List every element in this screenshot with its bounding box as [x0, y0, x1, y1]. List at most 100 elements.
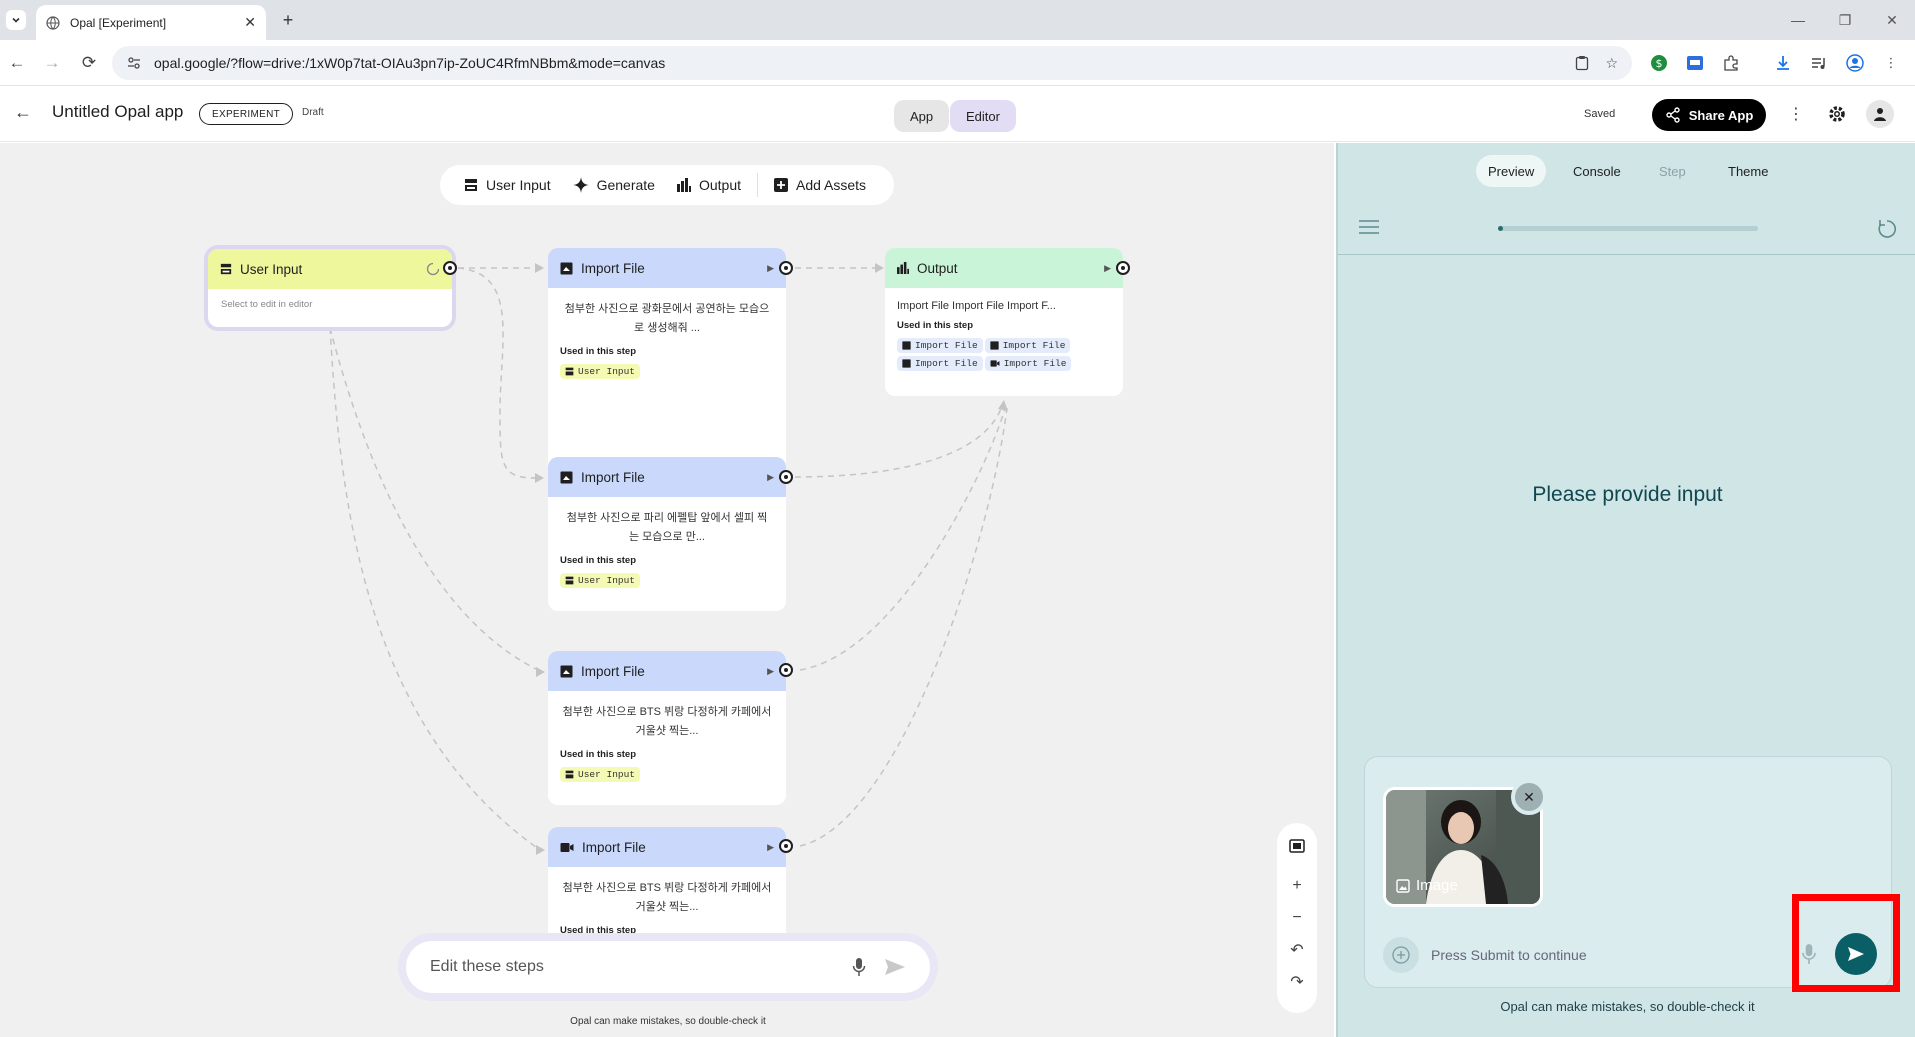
add-assets-button[interactable]: Add Assets — [768, 177, 872, 193]
mic-icon[interactable] — [852, 957, 866, 977]
play-icon[interactable]: ▶ — [767, 263, 774, 274]
play-icon[interactable]: ▶ — [767, 842, 774, 853]
address-bar[interactable]: opal.google/?flow=drive:/1xW0p7tat-OIAu3… — [112, 46, 1632, 80]
highlight-box — [1792, 894, 1900, 992]
output-port[interactable] — [779, 470, 793, 484]
output-port[interactable] — [779, 261, 793, 275]
node-title: Output — [917, 260, 958, 276]
back-arrow-icon[interactable]: ← — [14, 102, 32, 123]
output-label: Output — [698, 177, 741, 193]
node-header[interactable]: Import File ▶ — [548, 827, 786, 867]
output-chart-icon — [676, 178, 691, 192]
download-icon[interactable] — [1772, 52, 1794, 74]
tab-search-chevron-icon[interactable] — [6, 10, 26, 30]
output-port[interactable] — [443, 261, 457, 275]
browser-navbar: ← → ⟳ opal.google/?flow=drive:/1xW0p7tat… — [0, 40, 1915, 86]
import-file-chip: Import File — [897, 356, 983, 371]
more-vert-icon[interactable]: ⋮ — [1784, 102, 1808, 126]
chip-label: Import File — [915, 358, 978, 369]
play-icon[interactable]: ▶ — [767, 666, 774, 677]
zoom-controls: + − ↶ ↷ — [1277, 823, 1317, 1013]
redo-icon[interactable]: ↷ — [1286, 971, 1308, 993]
reload-icon[interactable]: ⟳ — [78, 52, 100, 74]
add-user-input-button[interactable]: User Input — [458, 177, 557, 193]
node-header[interactable]: Import File ▶ — [548, 248, 786, 288]
node-description: 첨부한 사진으로 광화문에서 공연하는 모습으로 생성해줘 ... — [564, 303, 770, 334]
forward-arrow-icon[interactable]: → — [41, 52, 63, 74]
user-input-label: User Input — [486, 177, 551, 193]
gear-icon[interactable] — [1825, 102, 1849, 126]
send-icon[interactable] — [884, 958, 906, 976]
experiment-badge: EXPERIMENT — [199, 103, 294, 125]
close-tab-icon[interactable]: ✕ — [244, 14, 256, 31]
node-body: Import File Import File Import F... Used… — [885, 288, 1123, 383]
dollar-extension-icon[interactable]: $ — [1648, 52, 1670, 74]
clipboard-icon[interactable] — [1575, 55, 1589, 71]
flow-canvas[interactable]: User Input Generate Output Add Assets Us… — [0, 143, 1334, 1037]
new-tab-button[interactable]: + — [278, 10, 298, 30]
node-header[interactable]: Import File ▶ — [548, 651, 786, 691]
play-icon[interactable]: ▶ — [1104, 263, 1111, 274]
add-assets-label: Add Assets — [796, 177, 867, 193]
disclaimer-text: Opal can make mistakes, so double-check … — [1500, 999, 1755, 1014]
remove-attachment-button[interactable]: ✕ — [1511, 779, 1547, 815]
zoom-in-icon[interactable]: + — [1286, 875, 1308, 897]
zoom-out-icon[interactable]: − — [1286, 907, 1308, 929]
app-title[interactable]: Untitled Opal app — [52, 102, 183, 122]
node-title: User Input — [240, 261, 303, 277]
share-app-button[interactable]: Share App — [1652, 99, 1766, 131]
restore-icon[interactable]: ❐ — [1835, 10, 1855, 30]
minimize-icon[interactable]: — — [1788, 10, 1808, 30]
play-icon[interactable]: ▶ — [767, 472, 774, 483]
add-attachment-button[interactable] — [1383, 937, 1419, 973]
add-output-button[interactable]: Output — [671, 177, 747, 193]
tab-console[interactable]: Console — [1561, 155, 1633, 187]
browser-menu-icon[interactable]: ⋮ — [1880, 52, 1902, 74]
profile-icon[interactable] — [1844, 52, 1866, 74]
import-file-node-4[interactable]: Import File ▶ 첨부한 사진으로 BTS 뷔랑 다정하게 카페에서 … — [548, 827, 786, 935]
browser-tab[interactable]: Opal [Experiment] ✕ — [36, 5, 266, 40]
mode-app-button[interactable]: App — [894, 100, 950, 132]
used-in-step-label: Used in this step — [560, 346, 637, 357]
bookmark-star-icon[interactable]: ☆ — [1605, 55, 1618, 72]
import-video-chip: Import File — [984, 356, 1072, 371]
node-header[interactable]: Import File ▶ — [548, 457, 786, 497]
media-controls-icon[interactable] — [1808, 52, 1830, 74]
import-file-node-3[interactable]: Import File ▶ 첨부한 사진으로 BTS 뷔랑 다정하게 카페에서 … — [548, 651, 786, 805]
fit-to-screen-icon[interactable] — [1286, 835, 1308, 857]
import-video-icon — [560, 841, 574, 854]
menu-icon[interactable] — [1358, 219, 1380, 235]
mode-editor-button[interactable]: Editor — [950, 100, 1016, 132]
site-settings-icon[interactable] — [126, 55, 142, 71]
translate-extension-icon[interactable] — [1684, 52, 1706, 74]
tab-step[interactable]: Step — [1647, 155, 1698, 187]
user-input-node[interactable]: User Input Select to edit in editor — [208, 249, 452, 327]
used-in-step-label: Used in this step — [560, 555, 637, 566]
undo-icon[interactable]: ↶ — [1286, 939, 1308, 961]
tab-preview[interactable]: Preview — [1476, 155, 1547, 187]
output-node[interactable]: Output ▶ Import File Import File Import … — [885, 248, 1123, 396]
user-input-node-header[interactable]: User Input — [208, 249, 452, 289]
node-header[interactable]: Output ▶ — [885, 248, 1123, 288]
output-port[interactable] — [779, 839, 793, 853]
input-placeholder[interactable]: Press Submit to continue — [1431, 947, 1587, 963]
chip-label: Import File — [1003, 358, 1067, 369]
extensions-puzzle-icon[interactable] — [1720, 52, 1742, 74]
tab-theme[interactable]: Theme — [1716, 155, 1780, 187]
edit-steps-placeholder: Edit these steps — [430, 958, 544, 975]
import-file-node-2[interactable]: Import File ▶ 첨부한 사진으로 파리 에펠탑 앞에서 셀피 찍는 … — [548, 457, 786, 611]
avatar[interactable] — [1866, 100, 1894, 128]
add-generate-button[interactable]: Generate — [567, 177, 661, 193]
edit-steps-input[interactable]: Edit these steps — [406, 941, 930, 993]
back-arrow-icon[interactable]: ← — [6, 52, 28, 74]
import-file-chip: Import File — [897, 338, 983, 353]
output-port[interactable] — [779, 663, 793, 677]
svg-text:$: $ — [1656, 57, 1663, 70]
url-text[interactable]: opal.google/?flow=drive:/1xW0p7tat-OIAu3… — [154, 55, 1559, 71]
restart-icon[interactable] — [1876, 218, 1898, 240]
close-window-icon[interactable]: ✕ — [1882, 10, 1902, 30]
progress-fill — [1498, 226, 1504, 231]
attachment-label: Image — [1396, 877, 1458, 894]
saved-status: Saved — [1584, 108, 1616, 120]
output-port[interactable] — [1116, 261, 1130, 275]
